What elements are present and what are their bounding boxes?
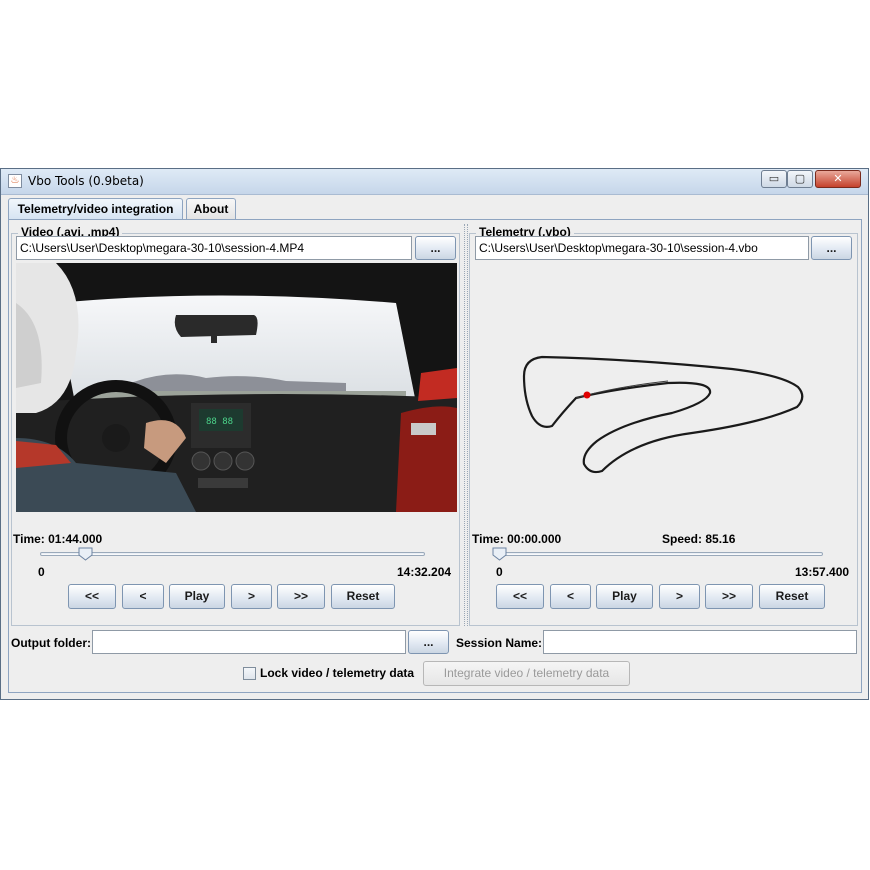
video-time-label: Time: 01:44.000 bbox=[13, 532, 103, 546]
video-play-button[interactable]: Play bbox=[169, 584, 225, 609]
split-pane-divider[interactable] bbox=[464, 224, 468, 626]
video-path-field[interactable]: C:\Users\User\Desktop\megara-30-10\sessi… bbox=[16, 236, 412, 260]
telemetry-path-field[interactable]: C:\Users\User\Desktop\megara-30-10\sessi… bbox=[475, 236, 809, 260]
minimize-button[interactable]: ▭ bbox=[761, 170, 787, 188]
video-slider-thumb[interactable] bbox=[78, 547, 93, 561]
telemetry-step-forward-button[interactable]: > bbox=[659, 584, 700, 609]
telemetry-slider-min: 0 bbox=[496, 565, 503, 579]
integrate-data-button[interactable]: Integrate video / telemetry data bbox=[423, 661, 630, 686]
video-group: Video (.avi, .mp4) C:\Users\User\Desktop… bbox=[11, 225, 460, 626]
video-rewind-fast-button[interactable]: << bbox=[68, 584, 116, 609]
tab-telemetry-video-integration[interactable]: Telemetry/video integration bbox=[8, 198, 183, 220]
output-folder-label: Output folder: bbox=[11, 636, 91, 650]
video-slider-track[interactable] bbox=[40, 552, 425, 556]
tab-about[interactable]: About bbox=[186, 198, 236, 220]
telemetry-play-button[interactable]: Play bbox=[596, 584, 653, 609]
telemetry-forward-fast-button[interactable]: >> bbox=[705, 584, 753, 609]
video-browse-button[interactable]: ... bbox=[415, 236, 456, 260]
session-name-label: Session Name: bbox=[456, 636, 543, 650]
telemetry-rewind-fast-button[interactable]: << bbox=[496, 584, 544, 609]
close-button[interactable]: ✕ bbox=[815, 170, 861, 188]
video-step-forward-button[interactable]: > bbox=[231, 584, 272, 609]
maximize-button[interactable]: ▢ bbox=[787, 170, 813, 188]
telemetry-slider-thumb[interactable] bbox=[492, 547, 507, 561]
video-slider-max: 14:32.204 bbox=[397, 565, 452, 579]
telemetry-speed-label: Speed: 85.16 bbox=[662, 532, 736, 546]
position-marker bbox=[583, 391, 591, 399]
telemetry-slider-track[interactable] bbox=[498, 552, 823, 556]
track-path bbox=[522, 355, 804, 474]
video-slider-min: 0 bbox=[38, 565, 45, 579]
telemetry-browse-button[interactable]: ... bbox=[811, 236, 852, 260]
telemetry-group: Telemetry (.vbo) C:\Users\User\Desktop\m… bbox=[469, 225, 858, 626]
video-step-back-button[interactable]: < bbox=[122, 584, 164, 609]
output-folder-field[interactable] bbox=[92, 630, 406, 654]
window-title: Vbo Tools (0.9beta) bbox=[28, 174, 144, 188]
video-frame: 88 88 bbox=[16, 263, 457, 512]
tab-panel: Video (.avi, .mp4) C:\Users\User\Desktop… bbox=[8, 219, 862, 693]
track-map-svg bbox=[522, 355, 804, 474]
telemetry-slider-max: 13:57.400 bbox=[795, 565, 850, 579]
svg-text:88 88: 88 88 bbox=[206, 417, 233, 427]
lock-data-checkbox[interactable] bbox=[243, 667, 256, 680]
telemetry-reset-button[interactable]: Reset bbox=[759, 584, 825, 609]
video-reset-button[interactable]: Reset bbox=[331, 584, 395, 609]
lock-data-label: Lock video / telemetry data bbox=[260, 666, 415, 680]
session-name-field[interactable] bbox=[543, 630, 857, 654]
java-app-icon: ♨ bbox=[8, 174, 22, 188]
app-window: ♨ Vbo Tools (0.9beta) ▭ ▢ ✕ Telemetry/vi… bbox=[0, 168, 869, 700]
video-frame-image: 88 88 bbox=[16, 263, 457, 512]
title-bar[interactable]: ♨ Vbo Tools (0.9beta) ▭ ▢ ✕ bbox=[1, 169, 868, 195]
track-map bbox=[472, 263, 855, 512]
output-folder-browse-button[interactable]: ... bbox=[408, 630, 449, 654]
telemetry-time-label: Time: 00:00.000 bbox=[472, 532, 562, 546]
video-forward-fast-button[interactable]: >> bbox=[277, 584, 325, 609]
telemetry-step-back-button[interactable]: < bbox=[550, 584, 591, 609]
